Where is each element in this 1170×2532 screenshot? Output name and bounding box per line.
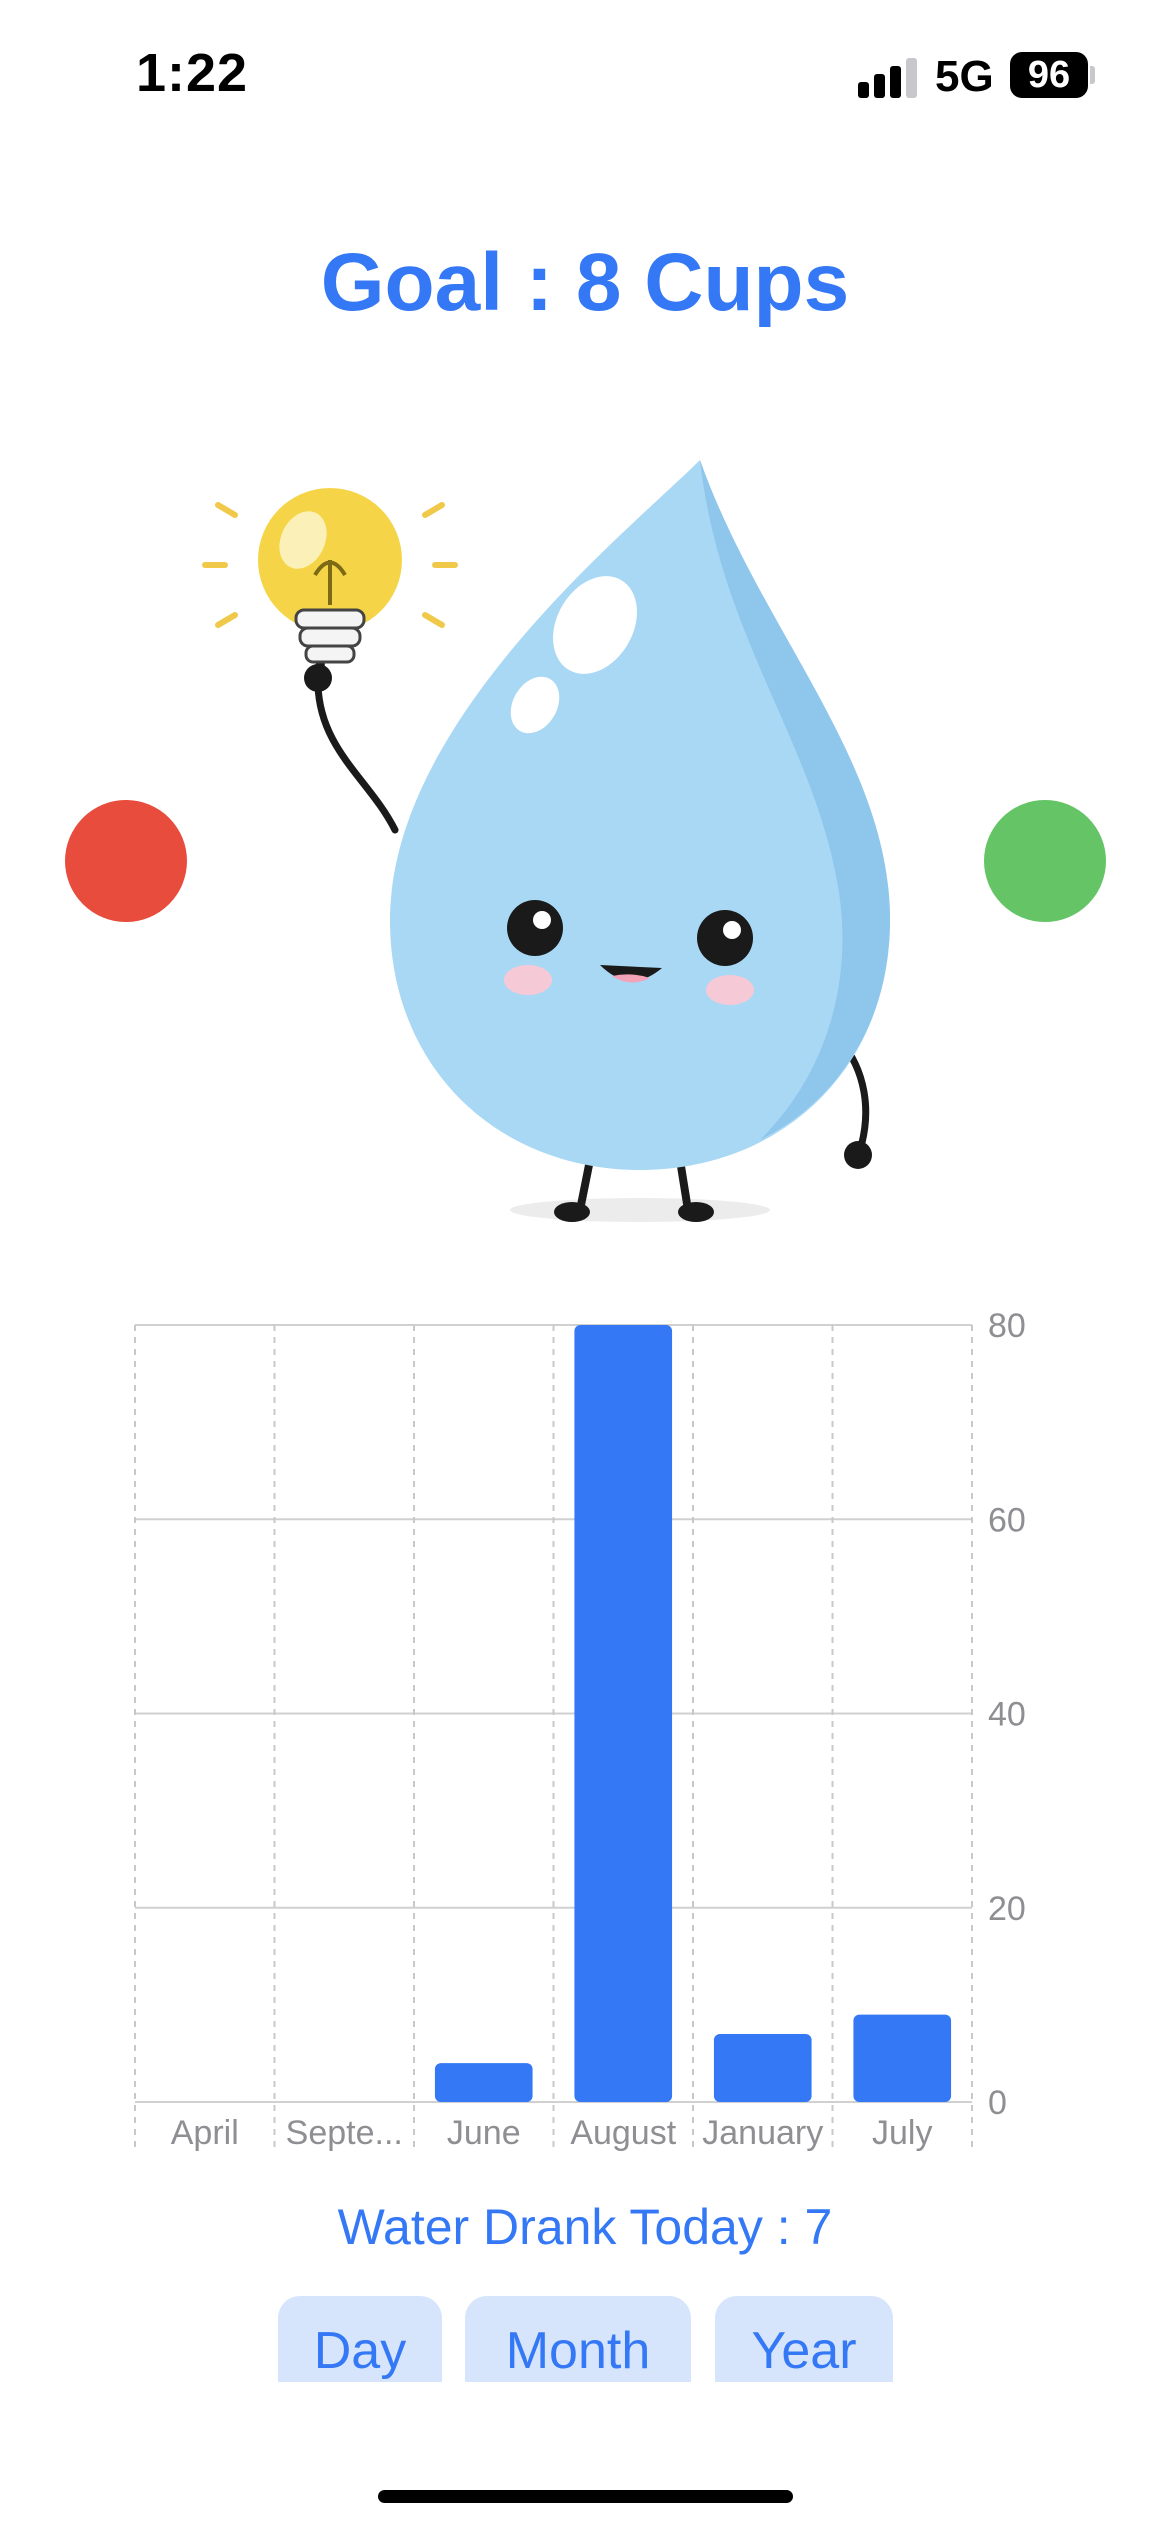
y-tick-label: 0 (988, 2084, 1007, 2122)
battery-icon: 96 (1010, 52, 1088, 98)
x-tick-label: June (447, 2114, 521, 2152)
bar (574, 1325, 673, 2102)
y-tick-label: 20 (988, 1890, 1026, 1928)
water-drank-today-label: Water Drank Today : 7 (337, 2199, 833, 2255)
status-time: 1:22 (136, 43, 249, 103)
month-button[interactable]: Month (465, 2296, 691, 2382)
decrease-water-button[interactable] (65, 800, 187, 922)
lightbulb-icon (202, 488, 458, 664)
status-bar: 1:22 5G 96 (0, 0, 1170, 150)
day-button[interactable]: Day (278, 2296, 442, 2382)
battery-tip (1090, 66, 1095, 84)
y-tick-label: 60 (988, 1501, 1026, 1539)
goal-title: Goal : 8 Cups (320, 237, 850, 328)
x-tick-label: Septe... (286, 2114, 403, 2152)
y-tick-label: 40 (988, 1696, 1026, 1734)
x-tick-label: April (171, 2114, 239, 2152)
cellular-signal-icon (858, 58, 918, 98)
range-selector: Day Month Year (0, 2296, 1170, 2382)
bar (853, 2014, 952, 2102)
water-bar-chart: April Septe... June August January July 0 20 40 6… (134, 1307, 1026, 2152)
increase-water-button[interactable] (984, 800, 1106, 922)
x-tick-label: January (702, 2114, 823, 2152)
x-tick-label: August (570, 2114, 676, 2152)
network-type: 5G (935, 52, 994, 101)
y-tick-label: 80 (988, 1307, 1026, 1345)
year-button[interactable]: Year (715, 2296, 893, 2382)
home-indicator[interactable] (378, 2490, 793, 2503)
bar (713, 2034, 812, 2102)
water-drop-mascot-icon (202, 460, 890, 1222)
x-tick-label: July (872, 2114, 932, 2152)
bar (434, 2063, 533, 2102)
